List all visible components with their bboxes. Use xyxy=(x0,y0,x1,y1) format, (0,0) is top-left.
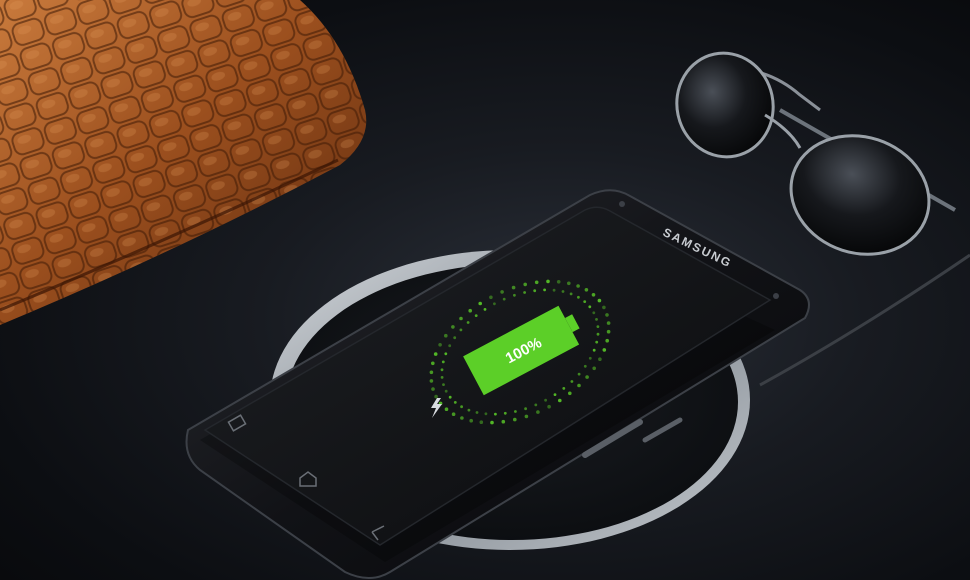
charging-dot xyxy=(584,288,589,292)
charging-dot xyxy=(536,410,540,414)
charging-dot xyxy=(595,318,598,321)
charging-dot xyxy=(605,338,609,343)
charging-dot xyxy=(459,316,463,321)
charging-dot xyxy=(469,418,474,423)
charging-dot xyxy=(429,379,434,383)
charging-dot xyxy=(562,387,566,390)
charging-dot xyxy=(577,372,581,376)
leather-wallet xyxy=(0,0,367,325)
charging-dot xyxy=(444,352,448,356)
charging-dot xyxy=(588,305,592,309)
charging-dot xyxy=(484,412,488,416)
charging-dot xyxy=(475,411,479,414)
charging-dot xyxy=(596,325,600,328)
charging-dot xyxy=(577,383,581,388)
charging-dot xyxy=(585,375,589,379)
charging-dot xyxy=(494,412,497,416)
charging-dot xyxy=(444,333,448,338)
charging-dot xyxy=(523,291,526,294)
charging-dot xyxy=(502,297,506,301)
charging-dot xyxy=(568,391,572,396)
charging-dot xyxy=(606,321,611,325)
charging-dot xyxy=(598,357,602,362)
charging-dot xyxy=(453,336,457,340)
charging-dot xyxy=(558,398,562,403)
charging-dot xyxy=(460,416,464,420)
charging-dot xyxy=(448,344,452,348)
charging-dot xyxy=(514,410,517,413)
charging-dot xyxy=(474,314,478,317)
sunglasses xyxy=(675,51,956,256)
charging-dot xyxy=(567,281,571,286)
charging-dot xyxy=(543,288,546,292)
charging-dot xyxy=(588,356,592,360)
charging-dot xyxy=(523,282,527,287)
charging-dot xyxy=(433,352,438,356)
charging-dot xyxy=(591,293,596,297)
charging-dot xyxy=(602,305,606,310)
charging-dot xyxy=(503,411,507,415)
charging-dot xyxy=(478,301,483,306)
charging-dot xyxy=(466,321,470,324)
charging-dot xyxy=(493,302,496,306)
charging-dot xyxy=(483,308,487,311)
charging-dot xyxy=(592,366,596,371)
charging-dot xyxy=(467,408,471,412)
charging-dot xyxy=(441,360,445,364)
charging-dot xyxy=(468,308,473,313)
charging-dot xyxy=(606,329,611,334)
charging-dot xyxy=(459,328,463,332)
charging-dot xyxy=(448,395,452,399)
charging-dot xyxy=(460,405,463,409)
charging-dot xyxy=(533,289,537,293)
charging-dot xyxy=(552,288,556,292)
charging-dot xyxy=(524,414,529,419)
charging-dot xyxy=(544,398,547,402)
charging-dot xyxy=(595,340,599,344)
charging-dot xyxy=(489,295,493,300)
charging-dot xyxy=(592,348,596,352)
charging-dot xyxy=(553,393,557,396)
charging-dot xyxy=(451,412,456,417)
charging-dot xyxy=(431,387,435,391)
charging-dot xyxy=(592,311,596,315)
charging-dot xyxy=(431,361,435,366)
charging-dot xyxy=(444,407,449,412)
charging-dot xyxy=(434,394,438,399)
charging-dot xyxy=(479,420,484,425)
charging-dot xyxy=(429,370,434,375)
charging-dot xyxy=(602,348,607,352)
product-photo: SAMSUNG 100% xyxy=(0,0,970,580)
charging-dot xyxy=(577,295,580,299)
charging-dot xyxy=(583,364,587,368)
charging-dot xyxy=(451,325,455,329)
charging-dot xyxy=(500,290,504,294)
charging-dot xyxy=(556,280,561,284)
charging-dot xyxy=(561,290,565,293)
charging-dot xyxy=(605,313,609,317)
charging-dot xyxy=(438,343,442,347)
charging-dot xyxy=(442,383,445,386)
charging-dot xyxy=(576,284,580,288)
charging-dot xyxy=(534,280,539,285)
charging-dot xyxy=(444,389,448,393)
charging-dot xyxy=(440,376,444,379)
charging-dot xyxy=(453,401,457,404)
scene-illustration: SAMSUNG 100% xyxy=(0,0,970,579)
charging-dot xyxy=(513,293,516,297)
charging-dot xyxy=(511,285,516,290)
charging-dot xyxy=(513,417,517,422)
charging-dot xyxy=(569,292,573,296)
charging-dot xyxy=(597,298,602,303)
charging-dot xyxy=(546,279,550,284)
charging-dot xyxy=(534,403,538,407)
charging-dot xyxy=(490,420,494,425)
charging-dot xyxy=(547,404,551,409)
charging-dot xyxy=(583,300,587,303)
charging-dot xyxy=(596,332,600,336)
charging-dot xyxy=(501,419,506,424)
charging-dot xyxy=(524,407,527,411)
charging-dot xyxy=(570,380,574,383)
charging-dot xyxy=(440,368,444,372)
